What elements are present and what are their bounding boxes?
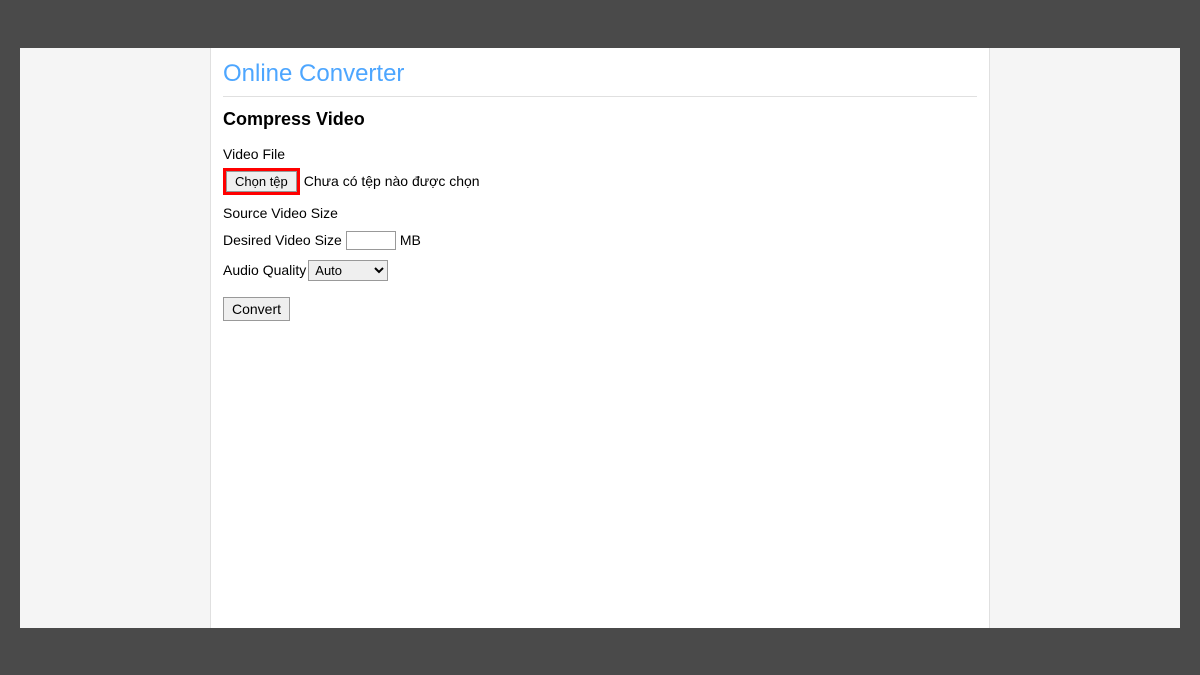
site-title[interactable]: Online Converter [223, 56, 977, 96]
divider [223, 96, 977, 97]
audio-quality-row: Audio Quality Auto [223, 260, 977, 281]
convert-button[interactable]: Convert [223, 297, 290, 321]
page-wrapper: Online Converter Compress Video Video Fi… [20, 48, 1180, 628]
content-container: Online Converter Compress Video Video Fi… [210, 48, 990, 628]
audio-quality-label: Audio Quality [223, 262, 306, 278]
audio-quality-select[interactable]: Auto [308, 260, 388, 281]
video-file-label: Video File [223, 146, 977, 162]
source-size-label: Source Video Size [223, 205, 338, 221]
size-unit-label: MB [400, 232, 421, 248]
desired-size-label: Desired Video Size [223, 232, 342, 248]
desired-size-input[interactable] [346, 231, 396, 250]
file-input-highlight: Chọn tệp [223, 168, 300, 195]
desired-size-row: Desired Video Size MB [223, 231, 977, 250]
file-status-text: Chưa có tệp nào được chọn [304, 173, 480, 189]
file-input-row: Chọn tệp Chưa có tệp nào được chọn [223, 168, 977, 195]
choose-file-button[interactable]: Chọn tệp [226, 171, 297, 192]
video-file-section: Video File Chọn tệp Chưa có tệp nào được… [223, 146, 977, 195]
page-heading: Compress Video [223, 109, 977, 130]
source-size-row: Source Video Size [223, 205, 977, 221]
